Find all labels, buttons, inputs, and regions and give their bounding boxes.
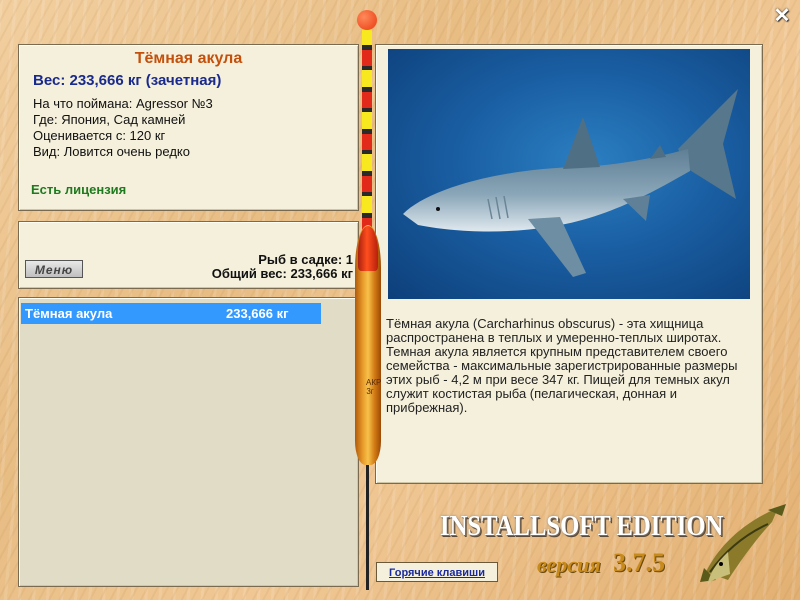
list-item[interactable]: Тёмная акула 233,666 кг (21, 303, 321, 324)
catch-summary-panel: Меню Рыб в садке: 1 Общий вес: 233,666 к… (18, 221, 359, 289)
total-weight: Общий вес: 233,666 кг (211, 266, 353, 281)
description-panel: Тёмная акула (Carcharhinus obscurus) - э… (375, 44, 763, 484)
location-info: Где: Япония, Сад камней (33, 112, 186, 127)
fish-name-title: Тёмная акула (134, 50, 243, 67)
fish-count: Рыб в садке: 1 (258, 252, 353, 267)
close-button[interactable]: ✕ (772, 6, 792, 26)
shark-illustration (403, 89, 738, 277)
version-number: 3.7.5 (613, 548, 665, 577)
float-top (358, 226, 378, 271)
fish-photo (388, 49, 750, 299)
value-info: Оценивается с: 120 кг (33, 128, 166, 143)
list-item-weight: 233,666 кг (226, 306, 289, 321)
fish-weight: Вес: 233,666 кг (зачетная) (33, 72, 222, 89)
hotkeys-button[interactable]: Горячие клавиши (376, 562, 498, 582)
fish-info-panel: Тёмная акула Вес: 233,666 кг (зачетная) … (18, 44, 359, 211)
list-item-name: Тёмная акула (25, 306, 113, 321)
fish-list-panel: Тёмная акула 233,666 кг (18, 297, 359, 587)
rarity-info: Вид: Ловится очень редко (33, 144, 190, 159)
float-tip (357, 10, 377, 30)
menu-button[interactable]: Меню (25, 260, 83, 278)
brand-title: INSTALLSOFT EDITION (440, 510, 724, 542)
float-marking: АКР 3г (366, 378, 382, 396)
pike-logo-icon (700, 504, 786, 582)
float-antenna (362, 28, 372, 233)
license-status: Есть лицензия (31, 182, 127, 197)
bait-info: На что поймана: Agressor №3 (33, 96, 213, 111)
fish-description: Тёмная акула (Carcharhinus obscurus) - э… (386, 316, 738, 415)
version-label: версия (537, 552, 601, 577)
